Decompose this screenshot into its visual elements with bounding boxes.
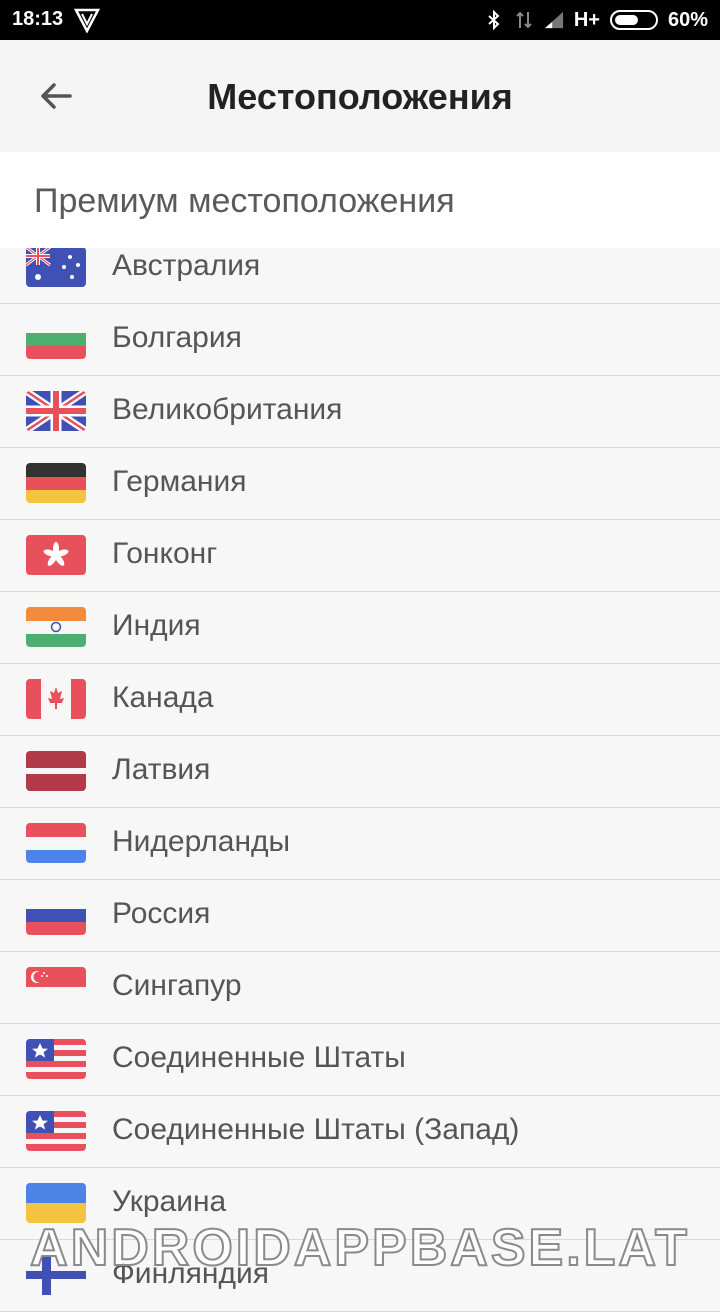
hongkong-flag-icon	[26, 535, 86, 575]
status-time: 18:13	[12, 8, 64, 30]
list-item[interactable]: Гонконг	[0, 520, 720, 592]
country-name: Соединенные Штаты (Запад)	[112, 1113, 520, 1146]
latvia-flag-icon	[26, 751, 86, 791]
data-transfer-icon	[516, 11, 532, 29]
australia-flag-icon	[26, 247, 86, 287]
india-flag-icon	[26, 607, 86, 647]
status-bar: 18:13 H+ 60%	[0, 0, 720, 40]
list-item[interactable]: Россия	[0, 880, 720, 952]
country-name: Украина	[112, 1185, 227, 1218]
list-item[interactable]: Германия	[0, 448, 720, 520]
country-name: Великобритания	[112, 393, 343, 426]
country-name: Латвия	[112, 753, 211, 786]
usa-flag-icon	[26, 1039, 86, 1079]
list-item[interactable]: Великобритания	[0, 376, 720, 448]
battery-percent: 60%	[667, 8, 708, 31]
bluetooth-icon	[488, 10, 500, 30]
bulgaria-flag-icon	[26, 319, 86, 359]
battery-level	[614, 15, 638, 25]
section-title: Премиум местоположения	[34, 182, 455, 220]
country-name: Германия	[112, 465, 247, 498]
vpn-shield-icon	[74, 8, 100, 33]
germany-flag-icon	[26, 463, 86, 503]
country-name: Нидерланды	[112, 825, 291, 858]
list-item[interactable]: Соединенные Штаты (Запад)	[0, 1096, 720, 1168]
uk-flag-icon	[26, 391, 86, 431]
list-item[interactable]: Сингапур	[0, 952, 720, 1024]
list-item[interactable]: Нидерланды	[0, 808, 720, 880]
country-name: Австралия	[112, 249, 261, 282]
list-item[interactable]: Канада	[0, 664, 720, 736]
singapore-flag-icon	[26, 967, 86, 1007]
country-name: Канада	[112, 681, 214, 714]
watermark: ANDROIDAPPBASE.LAT	[29, 1218, 690, 1278]
list-item[interactable]: Болгария	[0, 304, 720, 376]
list-item[interactable]: Индия	[0, 592, 720, 664]
network-type: H+	[573, 8, 600, 31]
country-name: Сингапур	[112, 969, 242, 1002]
country-name: Болгария	[112, 321, 242, 354]
country-name: Соединенные Штаты	[112, 1041, 406, 1074]
netherlands-flag-icon	[26, 823, 86, 863]
ukraine-flag-icon	[26, 1183, 86, 1223]
usa-flag-icon	[26, 1111, 86, 1151]
country-name: Гонконг	[112, 537, 218, 570]
list-item[interactable]: Соединенные Штаты	[0, 1024, 720, 1096]
list-item[interactable]: Латвия	[0, 736, 720, 808]
page-title: Местоположения	[207, 76, 513, 117]
russia-flag-icon	[26, 895, 86, 935]
country-name: Россия	[112, 897, 211, 930]
canada-flag-icon	[26, 679, 86, 719]
country-name: Индия	[112, 609, 201, 642]
app-bar: Местоположения	[0, 40, 720, 152]
country-list: Австралия Болгария Великобритания Германия Г…	[0, 232, 720, 1312]
signal-icon	[544, 11, 563, 29]
battery-icon	[609, 10, 658, 30]
section-header: Премиум местоположения	[0, 152, 720, 248]
